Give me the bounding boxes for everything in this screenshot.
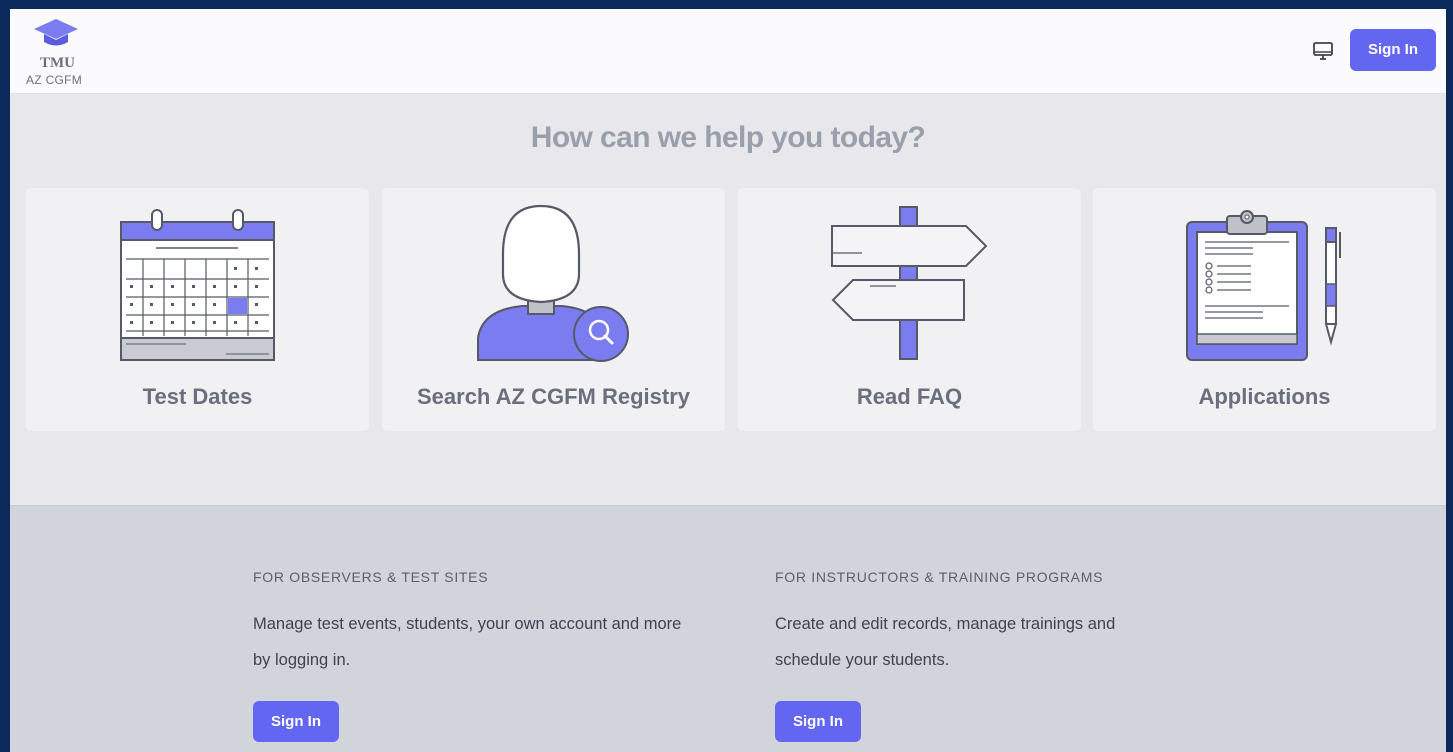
page-title: How can we help you today? <box>530 121 926 154</box>
section-heading: FOR INSTRUCTORS & TRAINING PROGRAMS <box>775 569 1104 585</box>
graduation-cap-icon <box>34 19 78 46</box>
home-logo-link[interactable]: TMU AZ CGFM <box>26 17 96 89</box>
section-text: Manage test events, students, your own a… <box>253 615 682 669</box>
monitor-icon[interactable] <box>1311 39 1335 63</box>
org-name: AZ CGFM <box>26 73 83 87</box>
page: TMU AZ CGFM Sign In How can we help you … <box>10 9 1446 752</box>
top-header: TMU AZ CGFM Sign In <box>10 9 1446 94</box>
signpost-icon <box>831 206 988 360</box>
clipboard-icon <box>1186 210 1341 361</box>
instructors-sign-in-button[interactable]: Sign In <box>775 701 861 742</box>
card-read-faq[interactable]: Read FAQ <box>738 188 1081 431</box>
person-search-icon <box>477 204 629 362</box>
info-section: FOR OBSERVERS & TEST SITES Manage test e… <box>10 505 1446 752</box>
section-text: Create and edit records, manage training… <box>775 615 1116 669</box>
card-label: Read FAQ <box>856 384 963 409</box>
calendar-icon <box>120 209 275 361</box>
observers-sign-in-button[interactable]: Sign In <box>253 701 339 742</box>
logo-text: TMU <box>40 55 75 71</box>
card-label: Applications <box>1198 384 1331 409</box>
card-label: Test Dates <box>142 384 253 409</box>
card-search-registry[interactable]: Search AZ CGFM Registry <box>382 188 725 431</box>
header-sign-in-button[interactable]: Sign In <box>1350 29 1436 71</box>
section-heading: FOR OBSERVERS & TEST SITES <box>253 569 489 585</box>
card-test-dates[interactable]: Test Dates <box>26 188 369 431</box>
card-label: Search AZ CGFM Registry <box>416 384 691 409</box>
card-applications[interactable]: Applications <box>1093 188 1436 431</box>
